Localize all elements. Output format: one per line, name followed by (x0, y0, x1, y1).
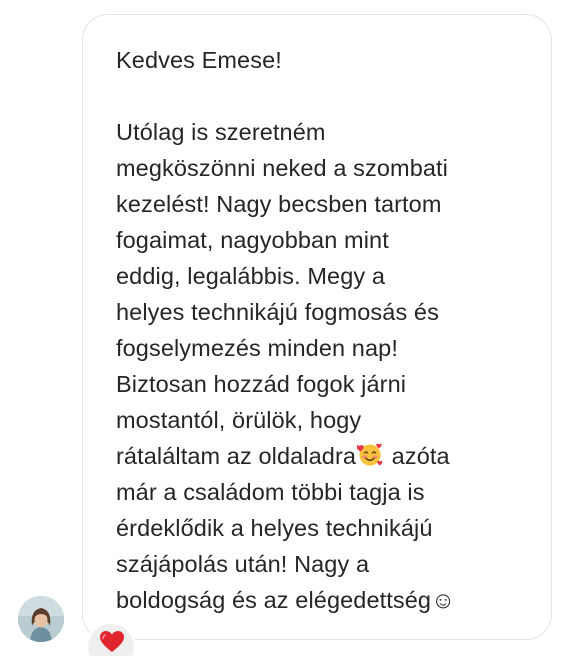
message-line: szájápolás után! Nagy a (116, 551, 370, 577)
message-greeting: Kedves Emese! (116, 47, 282, 73)
message-line: érdeklődik a helyes technikájú (116, 515, 433, 541)
message-line: Utólag is szeretném (116, 119, 326, 145)
message-line-part: boldogság és az elégedettség (116, 587, 432, 613)
chat-view: Kedves Emese! Utólag is szeretném megkös… (0, 0, 572, 656)
smiling-face-icon: ☺ (431, 587, 456, 613)
message-line: helyes technikájú fogmosás és (116, 299, 439, 325)
message-line: eddig, legalábbis. Megy a (116, 263, 386, 289)
message-last-line: boldogság és az elégedettség☺ (116, 582, 536, 618)
message-text: Kedves Emese! Utólag is szeretném megkös… (116, 42, 536, 618)
message-line-part: rátaláltam az oldaladra (116, 443, 357, 469)
message-line: Biztosan hozzád fogok járni (116, 371, 407, 397)
red-heart-icon (100, 631, 124, 652)
message-line-part: azóta (385, 443, 450, 469)
message-line: kezelést! Nagy becsben tartom (116, 191, 442, 217)
message-line: már a családom többi tagja is (116, 479, 425, 505)
smiling-face-with-hearts-icon (357, 443, 383, 466)
message-line: megköszönni neked a szombati (116, 155, 448, 181)
message-line-with-emoji: rátaláltam az oldaladra azóta (116, 438, 536, 474)
message-line: fogaimat, nagyobban mint (116, 227, 389, 253)
user-avatar-icon (18, 596, 64, 642)
message-line: mostantól, örülök, hogy (116, 407, 362, 433)
message-line: fogselymezés minden nap! (116, 335, 398, 361)
avatar[interactable] (18, 596, 64, 642)
